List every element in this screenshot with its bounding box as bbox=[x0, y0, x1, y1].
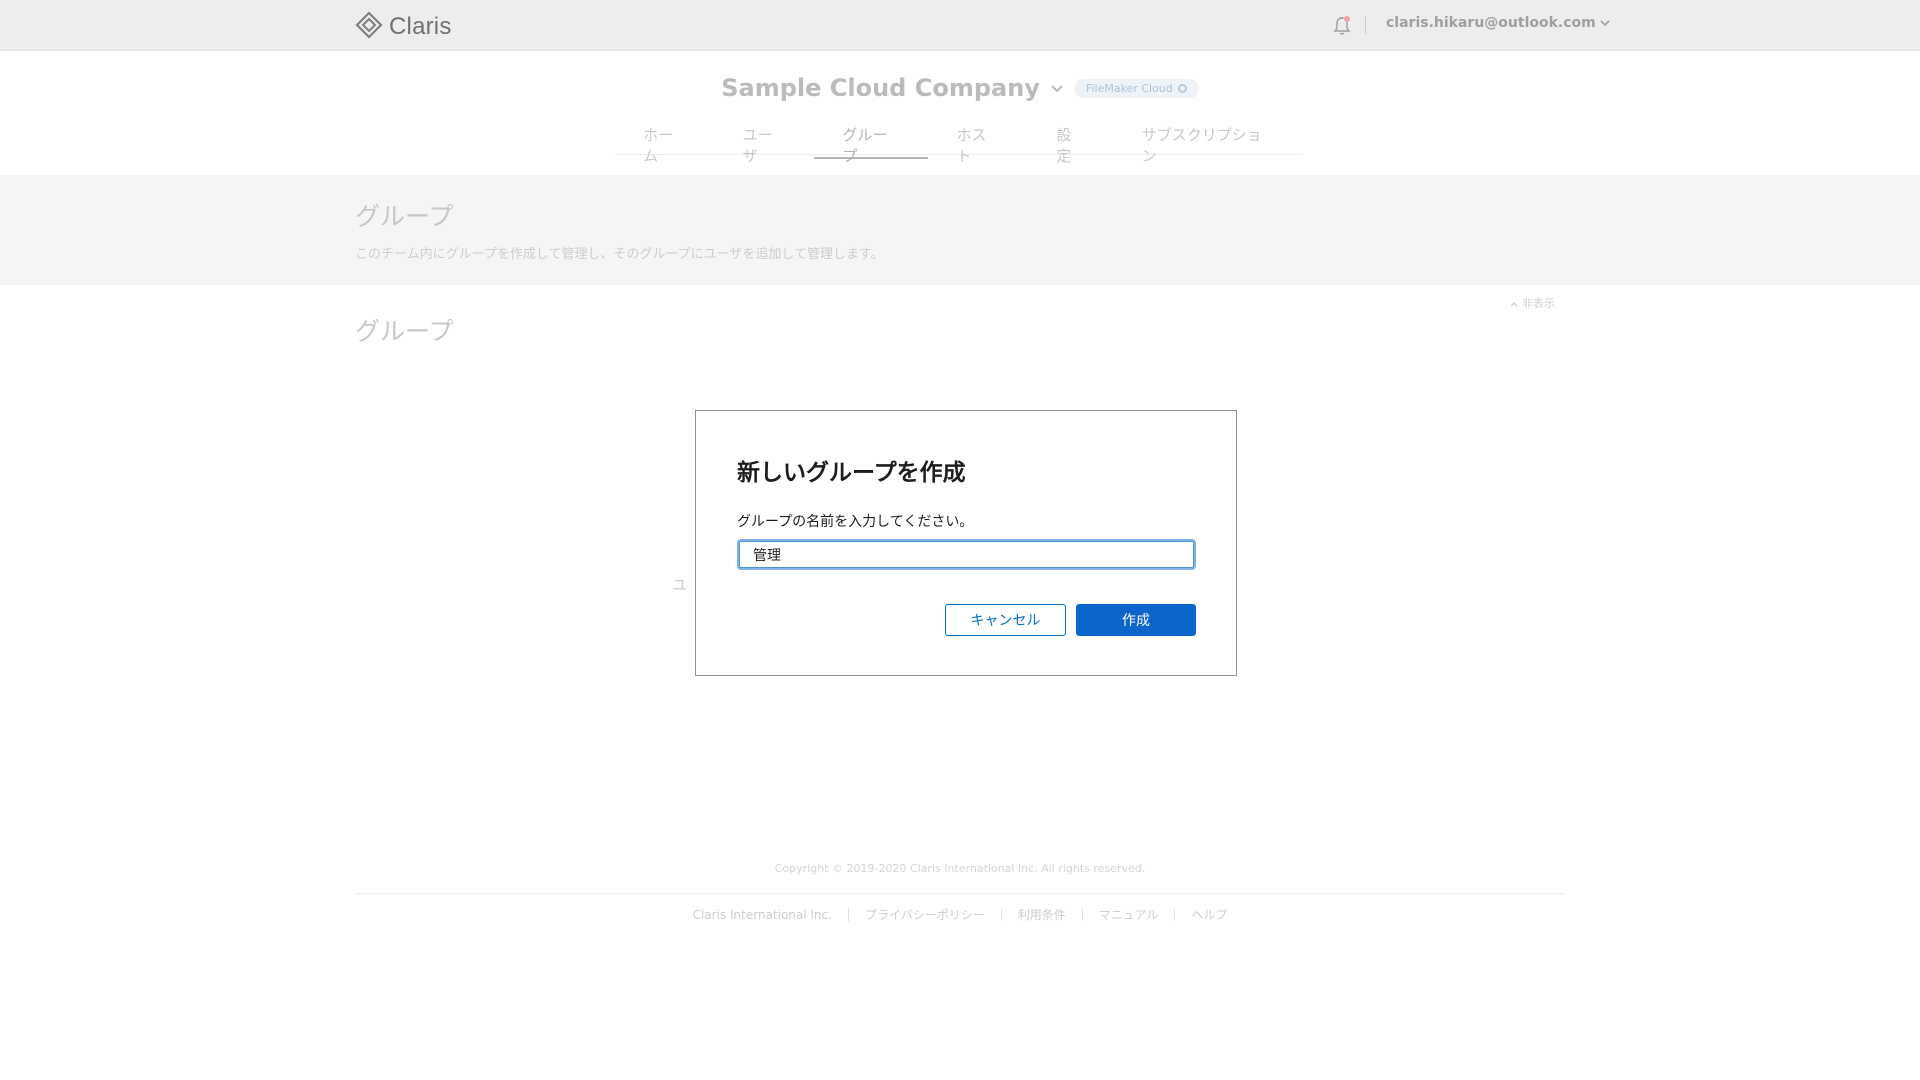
group-name-label: グループの名前を入力してください。 bbox=[737, 514, 974, 530]
dialog-title: 新しいグループを作成 bbox=[737, 460, 966, 486]
cancel-button[interactable]: キャンセル bbox=[945, 604, 1066, 636]
group-name-input[interactable] bbox=[737, 539, 1196, 570]
create-button[interactable]: 作成 bbox=[1076, 604, 1196, 636]
create-group-dialog: 新しいグループを作成 グループの名前を入力してください。 キャンセル 作成 bbox=[695, 410, 1237, 676]
